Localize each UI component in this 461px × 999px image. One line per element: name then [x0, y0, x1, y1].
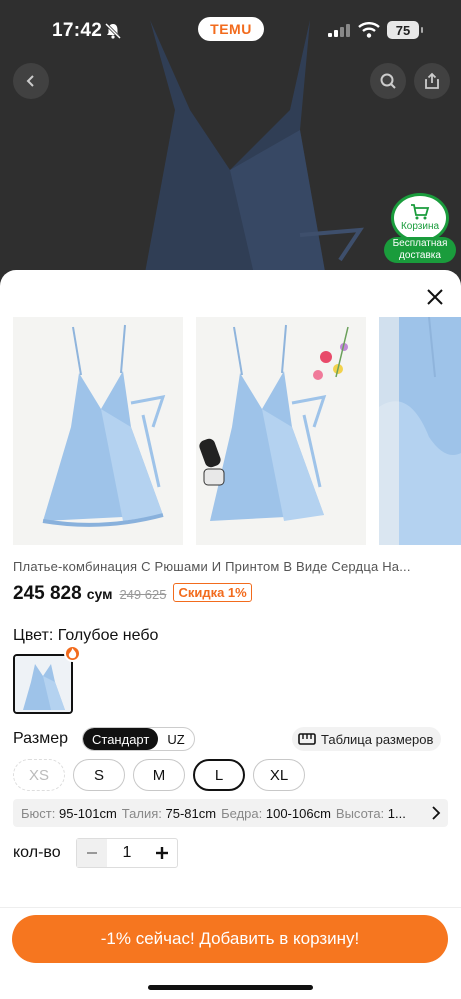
current-price: 245 828 — [13, 583, 82, 604]
status-bar: 17:42 TEMU 75 — [0, 0, 461, 60]
old-price: 249 625 — [119, 587, 167, 602]
product-title: Платье-комбинация С Рюшами И Принтом В В… — [13, 559, 411, 574]
gallery-image[interactable] — [196, 317, 366, 545]
divider — [0, 907, 461, 908]
color-label: Цвет: Голубое небо — [13, 627, 159, 644]
hot-badge — [64, 645, 81, 662]
minus-icon — [87, 852, 97, 854]
plus-icon — [156, 847, 168, 859]
floating-cart-button[interactable]: Корзина Бесплатная доставка — [384, 193, 456, 267]
add-to-cart-button[interactable]: -1% сейчас! Добавить в корзину! — [12, 915, 448, 963]
quantity-label: кол-во — [13, 844, 61, 861]
gallery-image[interactable] — [13, 317, 183, 545]
wifi-icon — [358, 22, 380, 38]
currency: сум — [86, 586, 113, 602]
search-icon — [380, 73, 396, 89]
measure-key: Бедра: — [221, 805, 263, 821]
size-chart-link[interactable]: Таблица размеров — [292, 727, 442, 751]
size-measurements[interactable]: Бюст: 95-101cm Талия: 75-81cm Бедра: 100… — [13, 799, 448, 827]
battery-indicator: 75 — [387, 21, 423, 39]
add-to-cart-sheet: Платье-комбинация С Рюшами И Принтом В В… — [0, 270, 461, 999]
chevron-right-icon — [432, 806, 441, 820]
background-product-page: 17:42 TEMU 75 Корзина Бесплатная доставк… — [0, 0, 461, 300]
home-indicator[interactable] — [148, 985, 313, 990]
chevron-left-icon — [26, 75, 34, 87]
share-icon — [425, 72, 439, 89]
cart-circle[interactable]: Корзина — [391, 193, 449, 243]
size-chart-label: Таблица размеров — [321, 731, 434, 747]
size-option-m[interactable]: M — [133, 759, 185, 791]
dress-with-flowers-image — [196, 317, 366, 545]
size-options: XS S M L XL — [13, 759, 305, 791]
price-row: 245 828 сум 249 625 Скидка 1% — [13, 583, 252, 605]
dress-image — [13, 317, 183, 545]
cellular-signal-icon — [328, 24, 350, 37]
close-icon — [427, 289, 443, 305]
bell-off-icon — [104, 22, 122, 40]
temu-brand-badge[interactable]: TEMU — [198, 17, 264, 41]
dress-thumbnail — [15, 656, 71, 712]
cart-label: Корзина — [400, 221, 440, 232]
dress-closeup-image — [379, 317, 461, 545]
measure-key: Бюст: — [21, 805, 56, 821]
measure-value: 75-81cm — [165, 805, 217, 821]
toggle-uz[interactable]: UZ — [158, 728, 193, 750]
quantity-decrease-button[interactable] — [77, 839, 107, 867]
size-option-xl[interactable]: XL — [253, 759, 305, 791]
fire-icon — [68, 648, 77, 659]
size-standard-toggle[interactable]: Стандарт UZ — [82, 727, 195, 751]
size-option-l[interactable]: L — [193, 759, 245, 791]
share-button[interactable] — [414, 63, 450, 99]
search-button[interactable] — [370, 63, 406, 99]
back-button[interactable] — [13, 63, 49, 99]
measure-value: 100-106cm — [265, 805, 331, 821]
size-label: Размер — [13, 730, 68, 747]
quantity-increase-button[interactable] — [147, 839, 177, 867]
gallery-image[interactable] — [379, 317, 461, 545]
quantity-value[interactable]: 1 — [107, 844, 147, 862]
close-button[interactable] — [422, 284, 448, 310]
status-time: 17:42 — [52, 20, 103, 41]
toggle-standard[interactable]: Стандарт — [83, 728, 159, 750]
ruler-icon — [298, 733, 316, 745]
size-option-xs[interactable]: XS — [13, 759, 65, 791]
discount-badge: Скидка 1% — [173, 583, 252, 602]
product-gallery[interactable] — [13, 317, 461, 545]
color-option-sky-blue[interactable] — [13, 654, 73, 714]
free-shipping-badge: Бесплатная доставка — [384, 237, 456, 263]
measure-value: 1... — [387, 805, 406, 821]
measure-key: Талия: — [121, 805, 162, 821]
size-option-s[interactable]: S — [73, 759, 125, 791]
quantity-stepper: 1 — [76, 838, 178, 868]
cart-icon — [411, 204, 430, 220]
measure-key: Высота: — [335, 805, 385, 821]
measure-value: 95-101cm — [58, 805, 117, 821]
